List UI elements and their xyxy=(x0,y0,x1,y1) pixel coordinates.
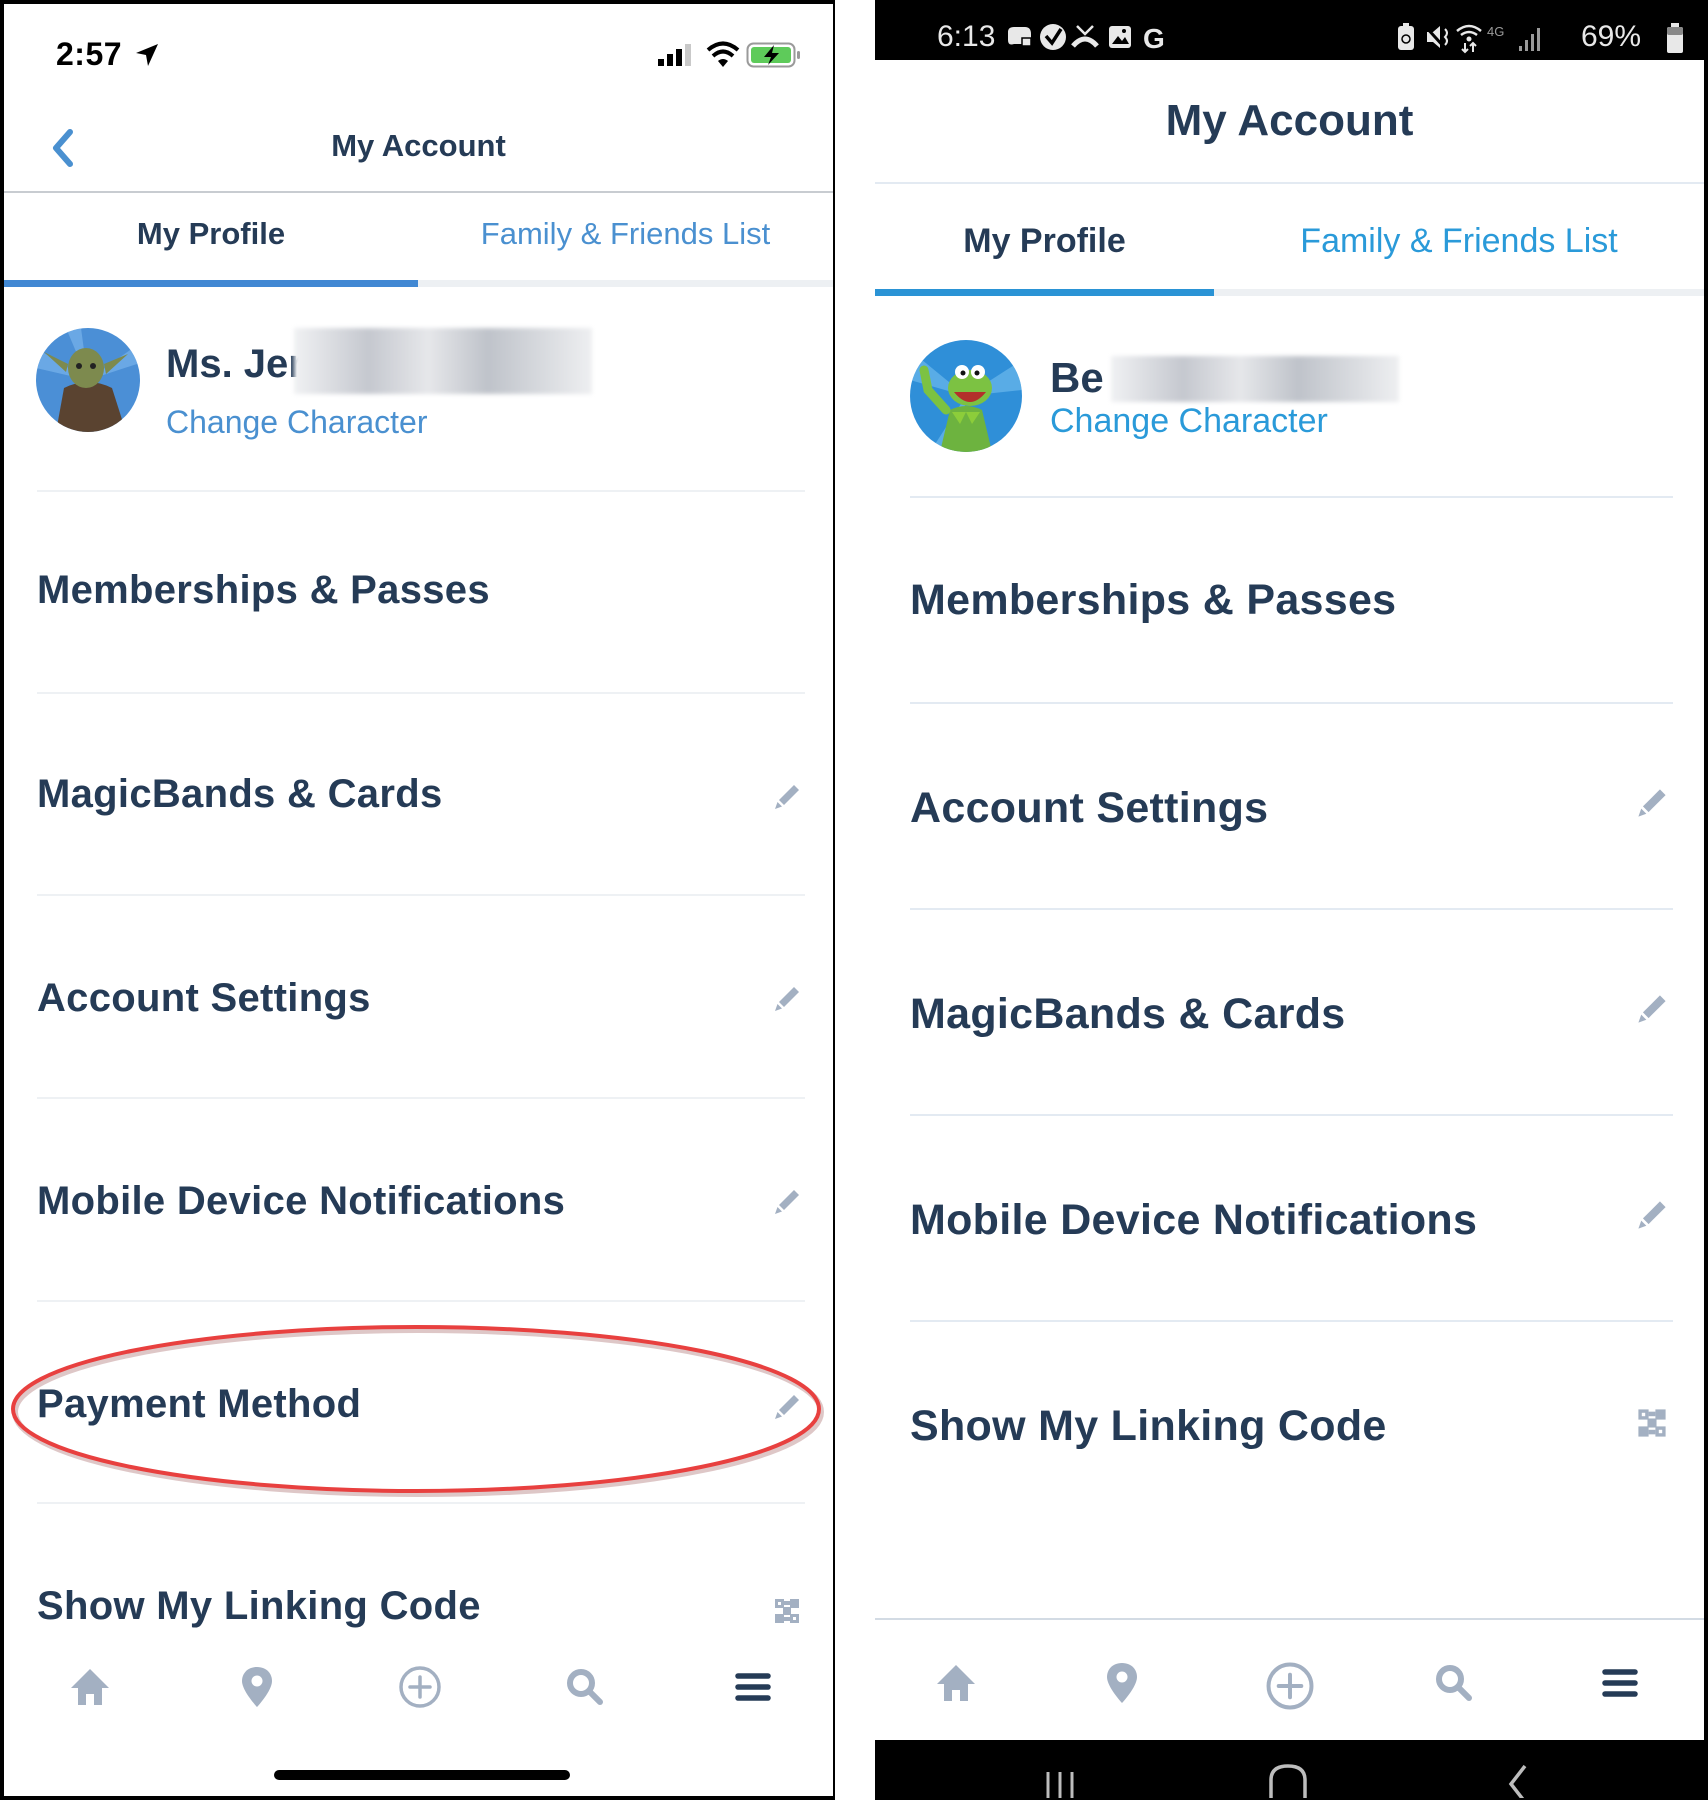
menu-icon[interactable] xyxy=(730,1664,776,1710)
search-icon[interactable] xyxy=(562,1664,608,1710)
android-screen: 6:13 G 4G 69% My Account My Profile Fami… xyxy=(875,2,1704,1798)
tab-family-friends[interactable]: Family & Friends List xyxy=(418,216,833,252)
home-button-icon[interactable] xyxy=(1265,1762,1311,1798)
home-icon[interactable] xyxy=(933,1660,979,1706)
menu-item-account-settings[interactable]: Account Settings xyxy=(4,896,833,1096)
menu-item-label: Show My Linking Code xyxy=(37,1584,481,1628)
menu-item-linking-code[interactable]: Show My Linking Code xyxy=(4,1504,833,1634)
bottom-nav xyxy=(4,1634,833,1734)
recent-apps-icon[interactable] xyxy=(1040,1768,1080,1798)
battery-charging-icon xyxy=(746,42,800,68)
search-icon[interactable] xyxy=(1431,1660,1477,1706)
redacted-name xyxy=(294,328,592,394)
header-separator xyxy=(4,191,833,193)
menu-item-label: MagicBands & Cards xyxy=(910,990,1346,1038)
change-character-link[interactable]: Change Character xyxy=(1050,402,1328,441)
menu-item-magicbands[interactable]: MagicBands & Cards xyxy=(875,910,1704,1114)
wifi-data-icon xyxy=(1456,24,1482,54)
page-title: My Account xyxy=(331,128,506,163)
notification-icons: G xyxy=(1008,23,1165,52)
menu-item-label: Memberships & Passes xyxy=(910,576,1397,624)
profile-name: Be xyxy=(1050,354,1104,401)
menu-item-label: Account Settings xyxy=(37,976,371,1020)
menu-item-payment-method[interactable]: Payment Method xyxy=(4,1302,833,1502)
pencil-icon xyxy=(772,1187,802,1217)
home-icon[interactable] xyxy=(67,1664,113,1710)
battery-percent: 69% xyxy=(1581,20,1642,53)
check-circle-icon xyxy=(1040,24,1066,50)
add-circle-icon[interactable] xyxy=(1264,1660,1316,1712)
change-character-link[interactable]: Change Character xyxy=(166,404,427,441)
panel-gap xyxy=(835,0,875,1800)
map-pin-icon[interactable] xyxy=(1099,1660,1145,1706)
mute-icon xyxy=(1423,24,1448,50)
pencil-icon xyxy=(772,984,802,1014)
google-icon: G xyxy=(1143,23,1165,52)
tab-indicator xyxy=(875,289,1214,296)
kermit-avatar-image xyxy=(910,340,1022,452)
pencil-icon xyxy=(1635,992,1669,1026)
back-icon[interactable] xyxy=(1503,1762,1533,1798)
status-time: 6:13 xyxy=(937,20,996,53)
map-pin-icon[interactable] xyxy=(234,1664,280,1710)
android-system-nav xyxy=(875,1740,1704,1798)
menu-item-memberships[interactable]: Memberships & Passes xyxy=(875,498,1704,702)
menu-item-linking-code[interactable]: Show My Linking Code xyxy=(875,1322,1704,1526)
menu-item-label: Mobile Device Notifications xyxy=(37,1179,566,1223)
qr-code-icon xyxy=(1635,1406,1669,1440)
menu-item-label: Payment Method xyxy=(37,1382,362,1426)
battery-saver-icon xyxy=(1398,23,1414,50)
menu-item-label: Mobile Device Notifications xyxy=(910,1196,1478,1244)
menu-item-mobile-notifications[interactable]: Mobile Device Notifications xyxy=(4,1099,833,1299)
bottom-nav xyxy=(875,1620,1704,1740)
menu-icon[interactable] xyxy=(1597,1660,1643,1706)
yoda-avatar-image xyxy=(36,328,140,432)
menu-item-account-settings[interactable]: Account Settings xyxy=(875,704,1704,908)
signal-icon xyxy=(1519,28,1540,51)
pencil-icon xyxy=(1635,786,1669,820)
profile-name: Ms. Jer xyxy=(166,342,304,386)
status-time: 2:57 xyxy=(56,36,123,72)
redacted-name xyxy=(1111,356,1399,402)
tab-my-profile[interactable]: My Profile xyxy=(4,216,418,252)
svg-text:G: G xyxy=(1143,23,1165,52)
svg-text:4G: 4G xyxy=(1487,24,1504,39)
location-arrow-icon xyxy=(136,44,158,66)
android-status-bar: 6:13 G 4G 69% xyxy=(875,2,1704,60)
menu-item-label: MagicBands & Cards xyxy=(37,772,443,816)
pencil-icon xyxy=(1635,1198,1669,1232)
missed-call-icon xyxy=(1071,25,1099,48)
tab-my-profile[interactable]: My Profile xyxy=(875,222,1214,261)
add-circle-icon[interactable] xyxy=(397,1664,443,1710)
avatar[interactable] xyxy=(910,340,1022,452)
qr-code-icon xyxy=(772,1596,802,1626)
home-indicator[interactable] xyxy=(274,1770,570,1780)
game-controller-icon xyxy=(1008,27,1032,47)
ios-screen: 2:57 My Account My Profile Family & Frie… xyxy=(4,4,833,1796)
menu-item-mobile-notifications[interactable]: Mobile Device Notifications xyxy=(875,1116,1704,1320)
menu-item-magicbands[interactable]: MagicBands & Cards xyxy=(4,694,833,894)
menu-item-label: Memberships & Passes xyxy=(37,568,490,612)
menu-item-label: Account Settings xyxy=(910,784,1269,832)
page-title: My Account xyxy=(1165,96,1414,145)
pencil-icon xyxy=(772,782,802,812)
cellular-signal-icon xyxy=(658,44,691,66)
tab-indicator xyxy=(4,280,418,287)
pencil-icon xyxy=(772,1392,802,1422)
header-separator xyxy=(875,182,1704,184)
avatar[interactable] xyxy=(36,328,140,432)
battery-icon xyxy=(1667,23,1683,53)
image-icon xyxy=(1109,26,1131,48)
wifi-icon xyxy=(706,41,740,67)
network-4g-icon: 4G xyxy=(1487,24,1504,39)
menu-item-label: Show My Linking Code xyxy=(910,1402,1387,1450)
tab-family-friends[interactable]: Family & Friends List xyxy=(1214,222,1704,261)
menu-item-memberships[interactable]: Memberships & Passes xyxy=(4,492,833,692)
system-status-icons: 4G xyxy=(1398,23,1540,54)
